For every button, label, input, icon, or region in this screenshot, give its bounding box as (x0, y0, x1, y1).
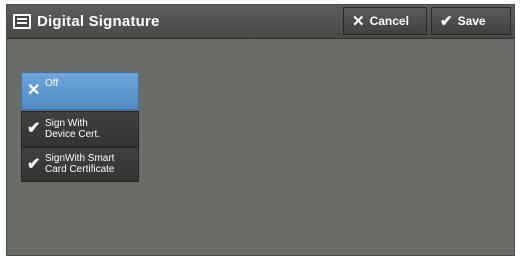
check-icon: ✔ (27, 155, 41, 173)
document-icon (13, 14, 31, 29)
option-sign-with-device-cert[interactable]: ✔ Sign With Device Cert. (21, 111, 139, 147)
page-title: Digital Signature (37, 13, 160, 30)
option-smart-card-line1: SignWith Smart (45, 153, 115, 164)
x-icon: ✕ (27, 82, 41, 99)
digital-signature-dialog: Digital Signature ✕ Cancel ✔ Save ✕ Off … (6, 4, 515, 256)
option-smart-card-line2: Card Certificate (45, 164, 115, 175)
option-device-cert-line1: Sign With (45, 118, 88, 129)
title-bar: Digital Signature ✕ Cancel ✔ Save (7, 5, 514, 39)
option-sign-with-smart-card[interactable]: ✔ SignWith Smart Card Certificate (21, 147, 139, 182)
cancel-button[interactable]: ✕ Cancel (343, 7, 427, 35)
option-device-cert-line2: Device Cert. (45, 129, 101, 140)
check-icon: ✔ (27, 120, 41, 137)
save-button[interactable]: ✔ Save (431, 7, 511, 35)
option-off-label: Off (45, 78, 59, 89)
x-icon: ✕ (352, 12, 365, 30)
signature-options: ✕ Off ✔ Sign With Device Cert. ✔ SignWit… (21, 72, 139, 182)
cancel-label: Cancel (369, 14, 409, 28)
option-off[interactable]: ✕ Off (21, 72, 139, 110)
save-label: Save (457, 14, 486, 28)
check-icon: ✔ (440, 12, 453, 30)
